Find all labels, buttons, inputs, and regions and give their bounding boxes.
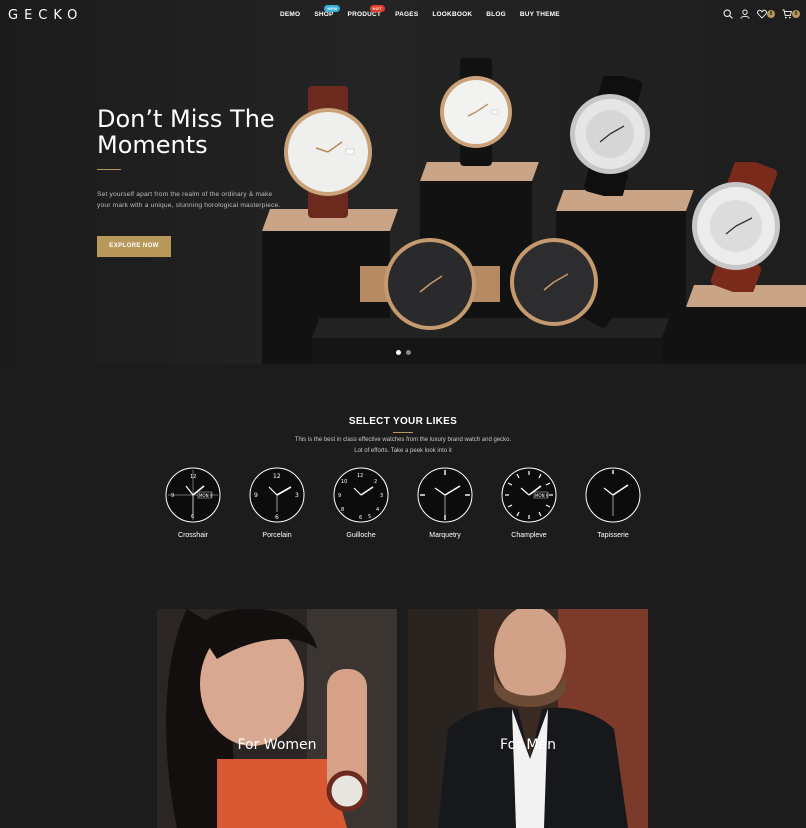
dial-label: Tapisserie <box>597 532 629 539</box>
nav-demo[interactable]: DEMO <box>280 11 300 18</box>
user-icon[interactable] <box>740 9 750 19</box>
svg-text:9: 9 <box>254 492 258 499</box>
dial-label: Marquetry <box>429 532 461 539</box>
svg-text:2: 2 <box>374 479 377 485</box>
watch-black-gold <box>488 230 620 328</box>
slider-dot-1[interactable] <box>396 350 401 355</box>
svg-text:12: 12 <box>273 473 281 480</box>
likes-title: SELECT YOUR LIKES <box>348 416 458 427</box>
likes-divider <box>393 432 413 433</box>
hero-description: Set yourself apart from the realm of the… <box>97 191 281 209</box>
explore-now-button[interactable]: EXPLORE NOW <box>97 236 171 257</box>
search-icon[interactable] <box>723 9 733 19</box>
svg-text:10: 10 <box>341 479 347 485</box>
slider-dots <box>396 350 411 355</box>
nav-lookbook-label: LOOKBOOK <box>432 11 473 18</box>
dial-style-list: 12 9 6 MON 9 Crosshair 12 9 3 6 Porcelai… <box>160 466 660 546</box>
nav-blog-label: BLOG <box>486 11 506 18</box>
new-badge: NEW <box>324 5 341 12</box>
nav-shop[interactable]: SHOP NEW <box>314 5 341 18</box>
likes-subtitle: This is the best in class effective watc… <box>0 435 806 457</box>
cart-count: 0 <box>792 10 800 18</box>
hero-slider: Don’t Miss The Moments Set yourself apar… <box>0 0 806 364</box>
likes-subtitle-line1: This is the best in class effective watc… <box>294 437 512 443</box>
watch-silver-brown <box>692 162 780 292</box>
header-actions: 0 0 <box>723 9 800 19</box>
main-nav: DEMO SHOP NEW PRODUCT HOT PAGES LOOKBOOK B… <box>280 5 574 18</box>
dial-porcelain[interactable]: 12 9 3 6 Porcelain <box>248 466 306 539</box>
slider-dot-2[interactable] <box>406 350 411 355</box>
category-card-men[interactable] <box>408 609 648 828</box>
crosshair-dial-icon: 12 9 6 MON 9 <box>165 467 221 523</box>
svg-text:9: 9 <box>338 493 341 499</box>
nav-pages[interactable]: PAGES <box>395 11 418 18</box>
dial-champleve[interactable]: MON 9 Champleve <box>500 466 558 539</box>
svg-text:6: 6 <box>275 514 279 521</box>
nav-product[interactable]: PRODUCT HOT <box>347 5 385 18</box>
dial-crosshair[interactable]: 12 9 6 MON 9 Crosshair <box>164 466 222 539</box>
dial-label: Champleve <box>511 532 547 539</box>
champleve-dial-icon: MON 9 <box>501 467 557 523</box>
svg-text:9: 9 <box>171 493 174 499</box>
cart-icon[interactable]: 0 <box>782 9 800 19</box>
nav-buy-theme[interactable]: BUY THEME <box>520 11 560 18</box>
svg-text:4: 4 <box>376 507 379 513</box>
svg-text:12: 12 <box>357 473 363 479</box>
wishlist-count: 0 <box>767 10 775 18</box>
nav-buy-theme-label: BUY THEME <box>519 11 560 18</box>
porcelain-dial-icon: 12 9 3 6 <box>249 467 305 523</box>
pedestal <box>686 304 806 364</box>
dial-guilloche[interactable]: 12 10 2 9 3 8 4 6 5 Guilloche <box>332 466 390 539</box>
svg-text:3: 3 <box>380 493 383 499</box>
hero-title-line1: Don’t Miss The <box>97 105 275 133</box>
nav-product-label: PRODUCT <box>347 11 382 18</box>
category-label-women: For Women <box>237 737 317 753</box>
marquetry-dial-icon <box>417 467 473 523</box>
dial-marquetry[interactable]: Marquetry <box>416 466 474 539</box>
nav-shop-label: SHOP <box>314 11 334 18</box>
nav-demo-label: DEMO <box>280 11 301 18</box>
likes-subtitle-line2: Lot of efforts. Take a peek look into it <box>354 448 452 454</box>
nav-blog[interactable]: BLOG <box>486 11 506 18</box>
dial-label: Crosshair <box>178 532 208 539</box>
hot-badge: HOT <box>369 5 385 12</box>
watch-silver-black <box>570 76 650 196</box>
svg-text:6: 6 <box>359 515 362 521</box>
hero-divider <box>97 169 121 170</box>
svg-text:MON 9: MON 9 <box>199 493 213 498</box>
svg-text:3: 3 <box>295 492 299 499</box>
svg-text:5: 5 <box>368 514 371 520</box>
nav-lookbook[interactable]: LOOKBOOK <box>432 11 472 18</box>
svg-text:8: 8 <box>341 507 344 513</box>
nav-pages-label: PAGES <box>395 11 419 18</box>
category-card-women[interactable] <box>157 609 397 828</box>
guilloche-dial-icon: 12 10 2 9 3 8 4 6 5 <box>333 467 389 523</box>
dial-label: Porcelain <box>262 532 292 539</box>
men-photo <box>408 609 648 828</box>
dial-tapisserie[interactable]: Tapisserie <box>584 466 642 539</box>
logo[interactable]: GECKO <box>8 8 83 23</box>
svg-text:MON 9: MON 9 <box>535 493 549 498</box>
wishlist-heart-icon[interactable]: 0 <box>757 9 775 19</box>
hero-title: Don’t Miss The Moments <box>97 106 317 158</box>
dial-label: Guilloche <box>346 532 376 539</box>
category-label-men: For Men <box>500 737 556 753</box>
svg-text:6: 6 <box>191 514 194 520</box>
tapisserie-dial-icon <box>585 467 641 523</box>
watch-black-mesh <box>360 238 500 330</box>
hero-title-line2: Moments <box>97 131 208 159</box>
pedestal <box>312 336 662 364</box>
watch-black-strap <box>440 58 512 166</box>
svg-text:12: 12 <box>190 474 196 480</box>
women-photo <box>157 609 397 828</box>
site-header: GECKO DEMO SHOP NEW PRODUCT HOT PAGES LOOK… <box>0 0 806 32</box>
